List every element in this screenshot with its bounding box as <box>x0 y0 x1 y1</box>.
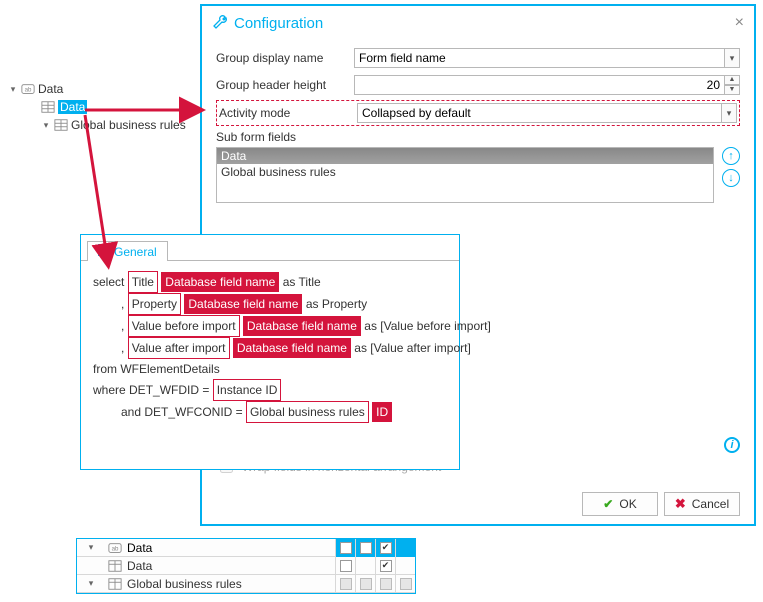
table-row[interactable]: Data <box>77 557 415 575</box>
tree-item-label: Data <box>58 100 87 114</box>
checkbox[interactable] <box>400 578 412 590</box>
cancel-icon: ✖ <box>675 496 686 512</box>
check-icon: ✔ <box>603 497 613 511</box>
abc-icon: ab <box>105 541 125 555</box>
tree-root-label: Data <box>38 82 63 96</box>
tree-item-data[interactable]: Data <box>6 98 196 116</box>
tree-item-label: Global business rules <box>71 118 186 132</box>
checkbox[interactable] <box>380 560 392 572</box>
general-editor: General select Title Database field name… <box>80 234 460 470</box>
table-icon <box>54 118 68 132</box>
table-icon <box>105 577 125 591</box>
token-field[interactable]: Database field name <box>184 294 302 314</box>
tab-general[interactable]: General <box>87 241 168 261</box>
window-icon <box>98 244 110 259</box>
svg-text:ab: ab <box>25 87 32 94</box>
row-group-display-name: Group display name ▾ <box>216 46 740 70</box>
row-activity-mode: Activity mode ▾ <box>216 100 740 126</box>
label-group-header-height: Group header height <box>216 78 354 92</box>
move-up-button[interactable]: ↑ <box>722 147 740 165</box>
token-value-after[interactable]: Value after import <box>128 337 230 359</box>
move-down-button[interactable]: ↓ <box>722 169 740 187</box>
table-icon <box>41 100 55 114</box>
subform-fields-label: Sub form fields <box>216 130 740 144</box>
checkbox[interactable] <box>360 542 372 554</box>
token-value-before[interactable]: Value before import <box>128 315 240 337</box>
tree-root-row[interactable]: ▾ ab Data <box>6 80 196 98</box>
abc-icon: ab <box>21 82 35 96</box>
row-label: Data <box>125 559 335 573</box>
list-item[interactable]: Data <box>217 148 713 164</box>
chevron-down-icon[interactable]: ▾ <box>86 543 96 553</box>
spinner: ▲ ▼ <box>724 75 740 95</box>
ok-button[interactable]: ✔OK <box>582 492 658 516</box>
table-row[interactable]: ▾ Global business rules <box>77 575 415 593</box>
token-title[interactable]: Title <box>128 271 158 293</box>
info-icon[interactable]: i <box>724 437 740 453</box>
chevron-down-icon[interactable]: ▾ <box>8 84 18 94</box>
input-group-header-height[interactable] <box>354 75 724 95</box>
spin-up-icon[interactable]: ▲ <box>724 75 740 85</box>
dropdown-icon[interactable]: ▾ <box>721 103 737 123</box>
subform-listbox[interactable]: Data Global business rules <box>216 147 714 203</box>
chevron-down-icon[interactable]: ▾ <box>86 579 96 589</box>
cancel-button[interactable]: ✖Cancel <box>664 492 740 516</box>
tab-strip: General <box>81 235 459 261</box>
tree-panel: ▾ ab Data Data ▾ Global business rules <box>6 80 196 134</box>
svg-text:ab: ab <box>112 545 119 552</box>
checkbox[interactable] <box>340 560 352 572</box>
checkbox[interactable] <box>380 578 392 590</box>
token-gbr[interactable]: Global business rules <box>246 401 369 423</box>
list-item[interactable]: Global business rules <box>217 164 713 180</box>
tree-item-gbr[interactable]: ▾ Global business rules <box>6 116 196 134</box>
row-label: Data <box>125 541 335 555</box>
token-field[interactable]: Database field name <box>243 316 361 336</box>
label-activity-mode: Activity mode <box>219 106 357 120</box>
row-group-header-height: Group header height ▲ ▼ <box>216 73 740 97</box>
checkbox[interactable] <box>380 542 392 554</box>
close-icon[interactable]: × <box>735 14 744 32</box>
label-group-display-name: Group display name <box>216 51 354 65</box>
dialog-header: Configuration × <box>202 6 754 40</box>
token-field[interactable]: Database field name <box>233 338 351 358</box>
token-id[interactable]: ID <box>372 402 392 422</box>
input-activity-mode[interactable] <box>357 103 721 123</box>
spin-down-icon[interactable]: ▼ <box>724 85 740 95</box>
sql-area[interactable]: select Title Database field name as Titl… <box>81 261 459 433</box>
input-group-display-name[interactable] <box>354 48 724 68</box>
table-row[interactable]: ▾ ab Data <box>77 539 415 557</box>
token-instance-id[interactable]: Instance ID <box>213 379 282 401</box>
row-label: Global business rules <box>125 577 335 591</box>
matrix-grid: ▾ ab Data Data ▾ Global business rules <box>76 538 416 594</box>
checkbox[interactable] <box>340 578 352 590</box>
dropdown-icon[interactable]: ▾ <box>724 48 740 68</box>
checkbox[interactable] <box>360 578 372 590</box>
dialog-title: Configuration <box>234 15 323 32</box>
token-field[interactable]: Database field name <box>161 272 279 292</box>
table-icon <box>105 559 125 573</box>
token-property[interactable]: Property <box>128 293 181 315</box>
checkbox[interactable] <box>340 542 352 554</box>
tab-label: General <box>114 245 157 259</box>
wrench-icon <box>212 14 228 33</box>
chevron-down-icon[interactable]: ▾ <box>41 120 51 130</box>
